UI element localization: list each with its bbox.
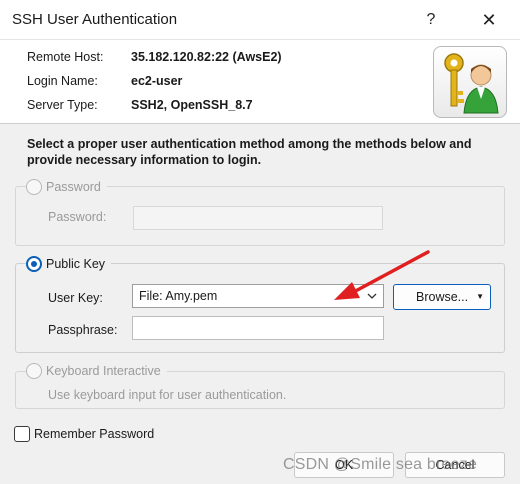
connection-info-panel: Remote Host: 35.182.120.82:22 (AwsE2) Log… xyxy=(0,40,520,124)
login-name-label: Login Name: xyxy=(27,74,98,88)
passphrase-label: Passphrase: xyxy=(48,323,118,337)
user-key-select[interactable]: File: Amy.pem xyxy=(132,284,384,308)
server-type-label: Server Type: xyxy=(27,98,98,112)
keyboard-interactive-radio-option[interactable]: Keyboard Interactive xyxy=(26,363,167,379)
remember-password-checkbox[interactable] xyxy=(14,426,30,442)
password-radio-label: Password xyxy=(46,180,101,194)
cancel-button[interactable]: Cancel xyxy=(405,452,505,478)
keyboard-interactive-label: Keyboard Interactive xyxy=(46,364,161,378)
passphrase-input[interactable] xyxy=(132,316,384,340)
server-type-value: SSH2, OpenSSH_8.7 xyxy=(131,98,253,112)
ok-button[interactable]: OK xyxy=(294,452,394,478)
keyboard-interactive-radio[interactable] xyxy=(26,363,42,379)
public-key-radio-option[interactable]: Public Key xyxy=(26,256,112,272)
help-button[interactable]: ? xyxy=(408,0,454,40)
password-input[interactable] xyxy=(133,206,383,230)
remember-password-label: Remember Password xyxy=(34,427,155,441)
user-key-label: User Key: xyxy=(48,291,103,305)
window-title: SSH User Authentication xyxy=(12,11,178,28)
password-radio[interactable] xyxy=(26,179,42,195)
user-key-value: File: Amy.pem xyxy=(139,289,218,303)
browse-button-label: Browse... xyxy=(416,290,469,304)
remote-host-value: 35.182.120.82:22 (AwsE2) xyxy=(131,50,282,64)
instructions-text: Select a proper user authentication meth… xyxy=(27,137,472,167)
remote-host-row: Remote Host: 35.182.120.82:22 (AwsE2) xyxy=(27,50,282,64)
public-key-radio-label: Public Key xyxy=(46,257,106,271)
dropdown-triangle-icon: ▼ xyxy=(476,292,484,301)
login-name-value: ec2-user xyxy=(131,74,183,88)
remember-password-option[interactable]: Remember Password xyxy=(14,426,154,442)
browse-button[interactable]: Browse... ▼ xyxy=(393,284,491,310)
server-type-row: Server Type: SSH2, OpenSSH_8.7 xyxy=(27,98,253,112)
remote-host-label: Remote Host: xyxy=(27,50,104,64)
close-button[interactable]: ✕ xyxy=(466,0,512,40)
title-bar: SSH User Authentication ? ✕ xyxy=(0,0,520,40)
password-field-label: Password: xyxy=(48,210,107,224)
chevron-down-icon xyxy=(367,293,377,299)
password-radio-option[interactable]: Password xyxy=(26,179,107,195)
user-key-logo-icon xyxy=(433,46,507,118)
login-name-row: Login Name: ec2-user xyxy=(27,74,182,88)
public-key-radio[interactable] xyxy=(26,256,42,272)
keyboard-interactive-hint: Use keyboard input for user authenticati… xyxy=(48,388,287,402)
